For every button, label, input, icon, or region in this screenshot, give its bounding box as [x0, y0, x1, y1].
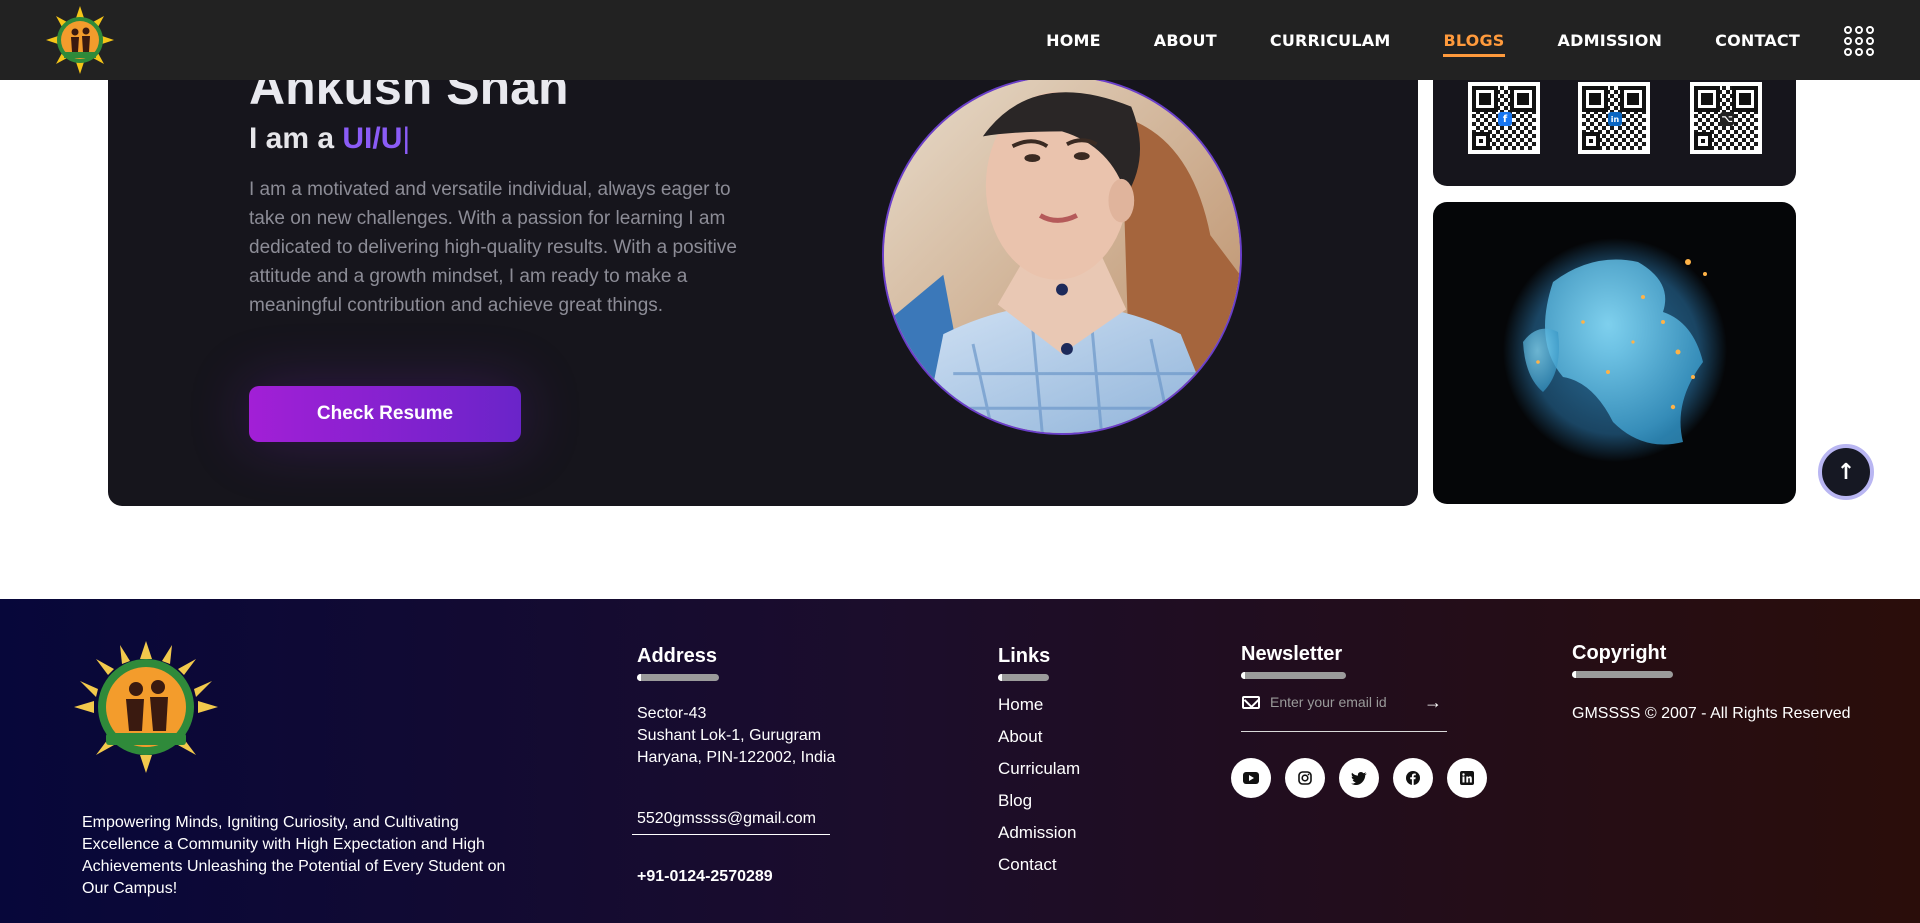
copyright-heading: Copyright	[1572, 642, 1667, 664]
globe-image-card	[1433, 202, 1796, 504]
hero-role-prefix: I am a	[249, 122, 343, 155]
hero-role: I am a UI/U|	[249, 122, 410, 156]
nav-home-link[interactable]: HOME	[1046, 31, 1101, 50]
school-emblem-icon	[74, 641, 218, 773]
address-line-2: Sushant Lok-1, Gurugram	[637, 727, 822, 744]
copyright-text: GMSSSS © 2007 - All Rights Reserved	[1572, 705, 1851, 722]
nav-admission-link[interactable]: ADMISSION	[1558, 31, 1663, 50]
footer-phone-link[interactable]: +91-0124-2570289	[637, 868, 773, 886]
qr-code-facebook[interactable]: f	[1468, 82, 1540, 154]
scroll-to-top-button[interactable]: ↑	[1818, 444, 1874, 500]
facebook-icon[interactable]	[1393, 758, 1433, 798]
copyright-underline	[1572, 671, 1673, 678]
qr-code-linkedin[interactable]: in	[1578, 82, 1650, 154]
footer-link-curriculam[interactable]: Curriculam	[998, 758, 1080, 790]
instagram-icon[interactable]	[1285, 758, 1325, 798]
address-underline	[637, 674, 719, 681]
newsletter-form: →	[1241, 693, 1447, 732]
qr-code-github[interactable]: ⌥	[1690, 82, 1762, 154]
footer-link-blog[interactable]: Blog	[998, 790, 1080, 822]
hero-description: I am a motivated and versatile individua…	[249, 179, 737, 316]
typing-caret: |	[402, 122, 411, 155]
address-heading: Address	[637, 645, 718, 667]
nav-curriculam-link[interactable]: CURRICULAM	[1270, 31, 1391, 50]
footer-link-home[interactable]: Home	[998, 694, 1080, 726]
mail-icon	[1242, 696, 1260, 709]
school-emblem-icon[interactable]	[40, 4, 120, 76]
github-icon: ⌥	[1720, 112, 1734, 126]
newsletter-heading: Newsletter	[1241, 643, 1343, 665]
glowing-globe-image	[1503, 238, 1727, 462]
page: HOME ABOUT CURRICULAM BLOGS ADMISSION CO…	[0, 0, 1920, 923]
nav-about-link[interactable]: ABOUT	[1154, 31, 1217, 50]
facebook-icon: f	[1498, 112, 1512, 126]
arrow-up-icon: ↑	[1836, 459, 1856, 485]
linkedin-icon: in	[1608, 112, 1622, 126]
footer-link-about[interactable]: About	[998, 726, 1080, 758]
apps-grid-icon[interactable]	[1844, 26, 1874, 56]
links-underline	[998, 674, 1049, 681]
nav-contact-link[interactable]: CONTACT	[1715, 31, 1800, 50]
footer-about-text: Empowering Minds, Igniting Curiosity, an…	[82, 814, 506, 897]
nav-blogs-link[interactable]: BLOGS	[1443, 31, 1505, 57]
hero-card: Ankush Shah I am a UI/U| I am a motivate…	[108, 40, 1418, 506]
footer-link-admission[interactable]: Admission	[998, 822, 1080, 854]
footer-email-link[interactable]: 5520gmssss@gmail.com	[632, 810, 830, 835]
top-navbar: HOME ABOUT CURRICULAM BLOGS ADMISSION CO…	[0, 0, 1920, 80]
arrow-right-icon[interactable]: →	[1424, 693, 1442, 711]
site-footer: Empowering Minds, Igniting Curiosity, an…	[0, 599, 1920, 923]
twitter-icon[interactable]	[1339, 758, 1379, 798]
social-links	[1231, 758, 1501, 798]
linkedin-icon[interactable]	[1447, 758, 1487, 798]
newsletter-underline	[1241, 672, 1346, 679]
footer-link-contact[interactable]: Contact	[998, 854, 1080, 886]
links-heading: Links	[998, 645, 1051, 667]
hero-role-typed: UI/U	[342, 122, 403, 155]
profile-portrait-image	[882, 75, 1242, 435]
youtube-icon[interactable]	[1231, 758, 1271, 798]
newsletter-email-input[interactable]	[1270, 694, 1420, 710]
footer-links-list: Home About Curriculam Blog Admission Con…	[998, 694, 1080, 886]
address-line-1: Sector-43	[637, 705, 707, 722]
check-resume-button[interactable]: Check Resume	[249, 386, 521, 442]
nav-menu: HOME ABOUT CURRICULAM BLOGS ADMISSION CO…	[993, 0, 1800, 80]
address-line-3: Haryana, PIN-122002, India	[637, 749, 836, 766]
